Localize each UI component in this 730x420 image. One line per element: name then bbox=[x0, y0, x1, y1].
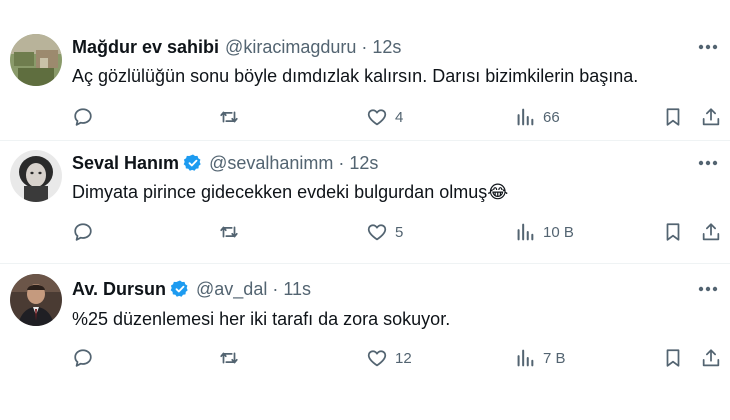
timestamp[interactable]: 12s bbox=[349, 153, 378, 174]
like-icon bbox=[367, 350, 387, 367]
tweet-text: Dimyata pirince gidecekken evdeki bulgur… bbox=[72, 182, 509, 202]
views-icon bbox=[517, 349, 534, 367]
like-button[interactable]: 12 bbox=[366, 345, 412, 371]
bookmark-icon bbox=[666, 349, 680, 367]
bookmark-icon bbox=[666, 223, 680, 241]
bookmark-button[interactable] bbox=[662, 104, 684, 130]
tweet-header: Av. Dursun @av_dal · 11s bbox=[72, 277, 311, 301]
display-name[interactable]: Seval Hanım bbox=[72, 153, 179, 174]
reply-icon bbox=[74, 108, 92, 126]
user-handle[interactable]: @kiracimagduru bbox=[225, 37, 356, 58]
retweet-icon bbox=[220, 226, 238, 238]
retweet-button[interactable] bbox=[218, 345, 247, 371]
share-button[interactable] bbox=[700, 104, 722, 130]
timestamp[interactable]: 12s bbox=[372, 37, 401, 58]
separator-dot: · bbox=[361, 36, 368, 57]
action-bar: 12 7 B bbox=[72, 345, 722, 371]
separator-dot: · bbox=[338, 152, 345, 173]
views-count: 66 bbox=[543, 108, 560, 126]
display-name[interactable]: Mağdur ev sahibi bbox=[72, 37, 219, 58]
retweet-icon bbox=[220, 111, 238, 123]
retweet-icon bbox=[220, 352, 238, 364]
views-icon bbox=[517, 108, 534, 126]
like-button[interactable]: 4 bbox=[366, 104, 403, 130]
tweet-text: %25 düzenlemesi her iki tarafı da zora s… bbox=[72, 309, 451, 329]
display-name[interactable]: Av. Dursun bbox=[72, 279, 166, 300]
tweet-header: Seval Hanım @sevalhanimm · 12s bbox=[72, 151, 378, 175]
reply-icon bbox=[74, 349, 92, 367]
more-icon[interactable] bbox=[696, 35, 720, 59]
like-count: 12 bbox=[395, 349, 412, 367]
avatar[interactable] bbox=[10, 274, 62, 326]
user-handle[interactable]: @av_dal bbox=[196, 279, 267, 300]
bookmark-button[interactable] bbox=[662, 345, 684, 371]
reply-button[interactable] bbox=[72, 345, 101, 371]
like-icon bbox=[367, 109, 387, 126]
avatar[interactable] bbox=[10, 150, 62, 202]
more-icon[interactable] bbox=[696, 277, 720, 301]
retweet-button[interactable] bbox=[218, 104, 247, 130]
action-bar: 5 10 B bbox=[72, 219, 722, 245]
views-count: 7 B bbox=[543, 349, 566, 367]
share-button[interactable] bbox=[700, 345, 722, 371]
views-count: 10 B bbox=[543, 223, 574, 241]
views-button[interactable]: 10 B bbox=[514, 219, 574, 245]
verified-icon bbox=[170, 280, 188, 297]
bookmark-icon bbox=[666, 108, 680, 126]
tweet-header: Mağdur ev sahibi @kiracimagduru · 12s bbox=[72, 35, 401, 59]
verified-icon bbox=[183, 154, 201, 171]
like-count: 5 bbox=[395, 223, 404, 241]
views-icon bbox=[517, 223, 534, 241]
bookmark-button[interactable] bbox=[662, 219, 684, 245]
share-icon bbox=[702, 223, 720, 241]
reply-icon bbox=[74, 223, 92, 241]
user-handle[interactable]: @sevalhanimm bbox=[209, 153, 333, 174]
separator-dot: · bbox=[272, 278, 279, 299]
tweet[interactable]: Mağdur ev sahibi @kiracimagduru · 12s Aç… bbox=[0, 0, 730, 140]
views-button[interactable]: 66 bbox=[514, 104, 560, 130]
action-bar: 4 66 bbox=[72, 104, 722, 130]
like-icon bbox=[367, 224, 387, 241]
share-icon bbox=[702, 349, 720, 367]
tweet[interactable]: Seval Hanım @sevalhanimm · 12s Dimyata p… bbox=[0, 141, 730, 263]
share-button[interactable] bbox=[700, 219, 722, 245]
retweet-button[interactable] bbox=[218, 219, 247, 245]
like-count: 4 bbox=[395, 108, 404, 126]
share-icon bbox=[702, 108, 720, 126]
reply-button[interactable] bbox=[72, 219, 101, 245]
more-icon[interactable] bbox=[696, 151, 720, 175]
reply-button[interactable] bbox=[72, 104, 101, 130]
views-button[interactable]: 7 B bbox=[514, 345, 566, 371]
tweet-text: Aç gözlülüğün sonu böyle dımdızlak kalır… bbox=[72, 66, 639, 86]
tweet[interactable]: Av. Dursun @av_dal · 11s %25 düzenlemesi… bbox=[0, 264, 730, 420]
avatar[interactable] bbox=[10, 34, 62, 86]
like-button[interactable]: 5 bbox=[366, 219, 403, 245]
timestamp[interactable]: 11s bbox=[283, 279, 311, 300]
